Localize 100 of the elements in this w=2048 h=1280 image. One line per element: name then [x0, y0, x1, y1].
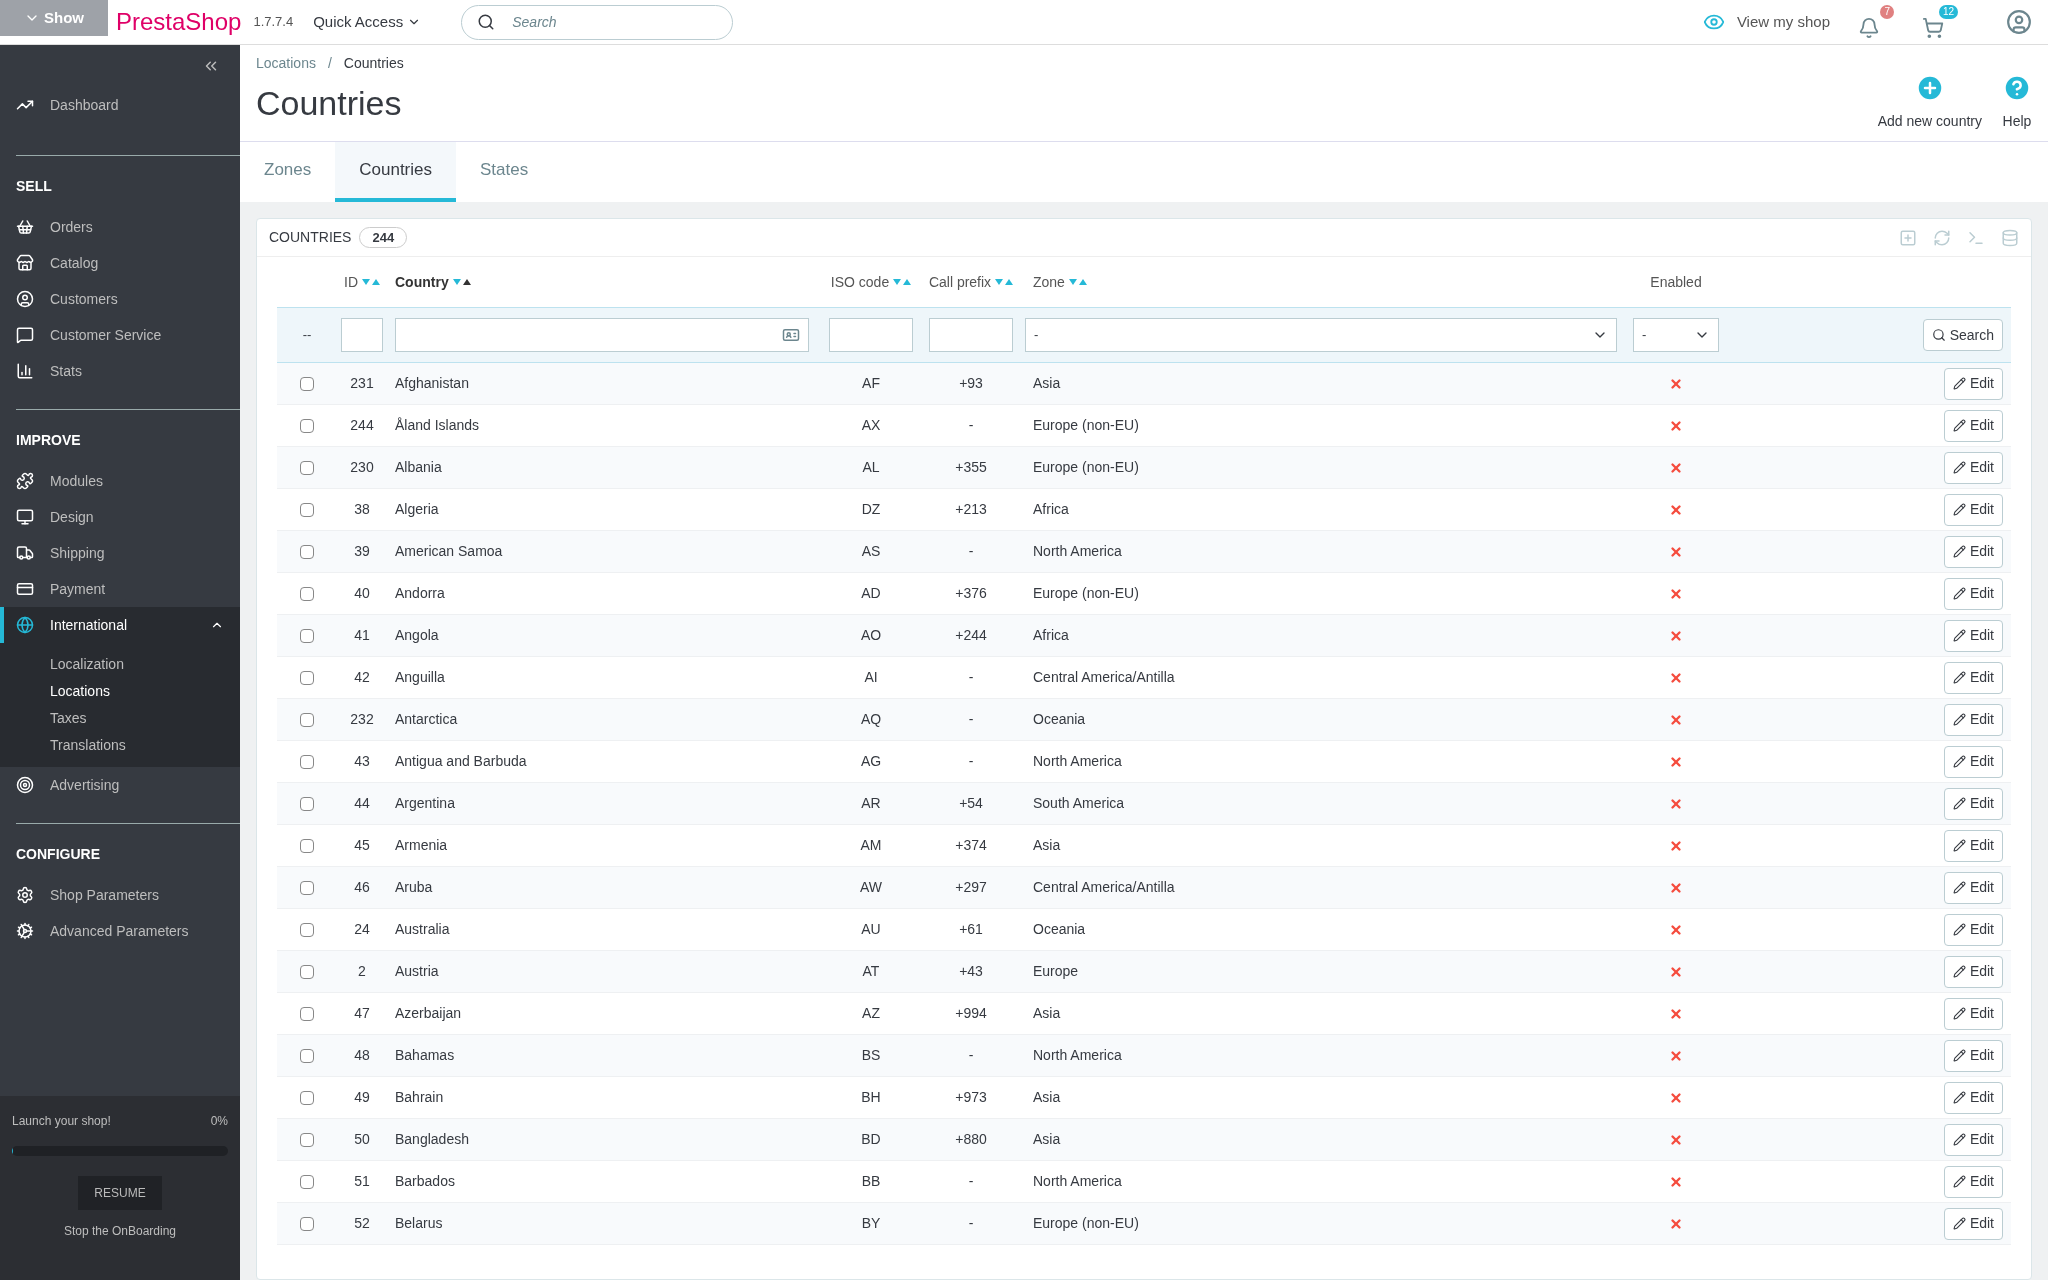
cross-icon[interactable]: [1669, 544, 1683, 559]
iso-filter-field[interactable]: [829, 318, 913, 352]
cross-icon[interactable]: [1669, 1216, 1683, 1231]
row-checkbox[interactable]: [300, 754, 314, 769]
sub-nav-item[interactable]: Locations: [0, 678, 240, 705]
edit-button[interactable]: Edit: [1943, 787, 2003, 820]
tab[interactable]: States: [456, 142, 553, 202]
row-checkbox[interactable]: [300, 838, 314, 853]
nav-item[interactable]: Orders: [0, 209, 240, 245]
edit-button[interactable]: Edit: [1943, 913, 2003, 946]
row-checkbox[interactable]: [300, 922, 314, 937]
nav-item[interactable]: Advanced Parameters: [0, 913, 240, 949]
edit-button[interactable]: Edit: [1943, 1039, 2003, 1072]
edit-button[interactable]: Edit: [1943, 661, 2003, 694]
edit-button[interactable]: Edit: [1943, 451, 2003, 484]
cross-icon[interactable]: [1669, 502, 1683, 517]
row-checkbox[interactable]: [300, 544, 314, 559]
cross-icon[interactable]: [1669, 460, 1683, 475]
nav-item[interactable]: Payment: [0, 571, 240, 607]
row-checkbox[interactable]: [300, 712, 314, 727]
edit-button[interactable]: Edit: [1943, 493, 2003, 526]
edit-button[interactable]: Edit: [1943, 1207, 2003, 1240]
nav-item[interactable]: International: [0, 607, 240, 643]
cross-icon[interactable]: [1669, 670, 1683, 685]
cross-icon[interactable]: [1669, 712, 1683, 727]
row-checkbox[interactable]: [300, 1174, 314, 1189]
cross-icon[interactable]: [1669, 586, 1683, 601]
cross-icon[interactable]: [1669, 964, 1683, 979]
edit-button[interactable]: Edit: [1943, 577, 2003, 610]
resume-button[interactable]: RESUME: [78, 1176, 162, 1210]
cross-icon[interactable]: [1669, 922, 1683, 937]
enabled-filter-select[interactable]: -: [1633, 318, 1719, 352]
edit-button[interactable]: Edit: [1943, 409, 2003, 442]
breadcrumb-link[interactable]: Locations: [256, 53, 316, 74]
edit-button[interactable]: Edit: [1943, 997, 2003, 1030]
row-checkbox[interactable]: [300, 460, 314, 475]
nav-item[interactable]: Stats: [0, 353, 240, 389]
cross-icon[interactable]: [1669, 1048, 1683, 1063]
row-checkbox[interactable]: [300, 1090, 314, 1105]
zone-filter-select[interactable]: -: [1025, 318, 1617, 352]
tab[interactable]: Zones: [240, 142, 336, 202]
row-checkbox[interactable]: [300, 1006, 314, 1021]
edit-button[interactable]: Edit: [1943, 829, 2003, 862]
row-checkbox[interactable]: [300, 796, 314, 811]
add-new-country-button[interactable]: Add new country: [1877, 73, 1982, 132]
row-checkbox[interactable]: [300, 418, 314, 433]
edit-button[interactable]: Edit: [1943, 619, 2003, 652]
cross-icon[interactable]: [1669, 1006, 1683, 1021]
sub-nav-item[interactable]: Taxes: [0, 705, 240, 732]
nav-item[interactable]: Dashboard: [0, 87, 240, 123]
row-checkbox[interactable]: [300, 964, 314, 979]
edit-button[interactable]: Edit: [1943, 703, 2003, 736]
nav-item[interactable]: Advertising: [0, 767, 240, 803]
country-filter-field[interactable]: [395, 318, 809, 352]
nav-item[interactable]: Modules: [0, 463, 240, 499]
account-icon[interactable]: [2006, 9, 2032, 35]
cross-icon[interactable]: [1669, 418, 1683, 433]
edit-button[interactable]: Edit: [1943, 745, 2003, 778]
stop-onboarding-link[interactable]: Stop the OnBoarding: [63, 1222, 177, 1240]
row-checkbox[interactable]: [300, 670, 314, 685]
nav-item[interactable]: Shop Parameters: [0, 877, 240, 913]
prefix-filter-field[interactable]: [929, 318, 1013, 352]
help-button[interactable]: Help: [2002, 73, 2032, 132]
row-checkbox[interactable]: [300, 376, 314, 391]
quick-access-menu[interactable]: Quick Access: [313, 10, 422, 34]
row-checkbox[interactable]: [300, 586, 314, 601]
nav-item[interactable]: Catalog: [0, 245, 240, 281]
edit-button[interactable]: Edit: [1943, 1165, 2003, 1198]
row-checkbox[interactable]: [300, 502, 314, 517]
tab[interactable]: Countries: [335, 142, 456, 202]
search-button[interactable]: Search: [1922, 319, 2003, 351]
row-checkbox[interactable]: [300, 1216, 314, 1231]
cross-icon[interactable]: [1669, 1132, 1683, 1147]
cross-icon[interactable]: [1669, 1090, 1683, 1105]
sub-nav-item[interactable]: Translations: [0, 732, 240, 759]
cross-icon[interactable]: [1669, 880, 1683, 895]
edit-button[interactable]: Edit: [1943, 1081, 2003, 1114]
nav-item[interactable]: Customer Service: [0, 317, 240, 353]
sub-nav-item[interactable]: Localization: [0, 651, 240, 678]
view-shop-link[interactable]: View my shop: [1702, 10, 1830, 34]
row-checkbox[interactable]: [300, 880, 314, 895]
edit-button[interactable]: Edit: [1943, 1123, 2003, 1156]
search-field[interactable]: Search: [461, 4, 734, 40]
id-filter-field[interactable]: [341, 318, 383, 352]
cross-icon[interactable]: [1669, 1174, 1683, 1189]
row-checkbox[interactable]: [300, 1048, 314, 1063]
nav-item[interactable]: Shipping: [0, 535, 240, 571]
edit-button[interactable]: Edit: [1943, 955, 2003, 988]
edit-button[interactable]: Edit: [1943, 871, 2003, 904]
row-checkbox[interactable]: [300, 628, 314, 643]
nav-item[interactable]: Design: [0, 499, 240, 535]
sort-icon[interactable]: [452, 278, 471, 286]
cross-icon[interactable]: [1669, 796, 1683, 811]
cross-icon[interactable]: [1669, 754, 1683, 769]
edit-button[interactable]: Edit: [1943, 367, 2003, 400]
cross-icon[interactable]: [1669, 628, 1683, 643]
row-checkbox[interactable]: [300, 1132, 314, 1147]
edit-button[interactable]: Edit: [1943, 535, 2003, 568]
nav-item[interactable]: Customers: [0, 281, 240, 317]
cross-icon[interactable]: [1669, 376, 1683, 391]
